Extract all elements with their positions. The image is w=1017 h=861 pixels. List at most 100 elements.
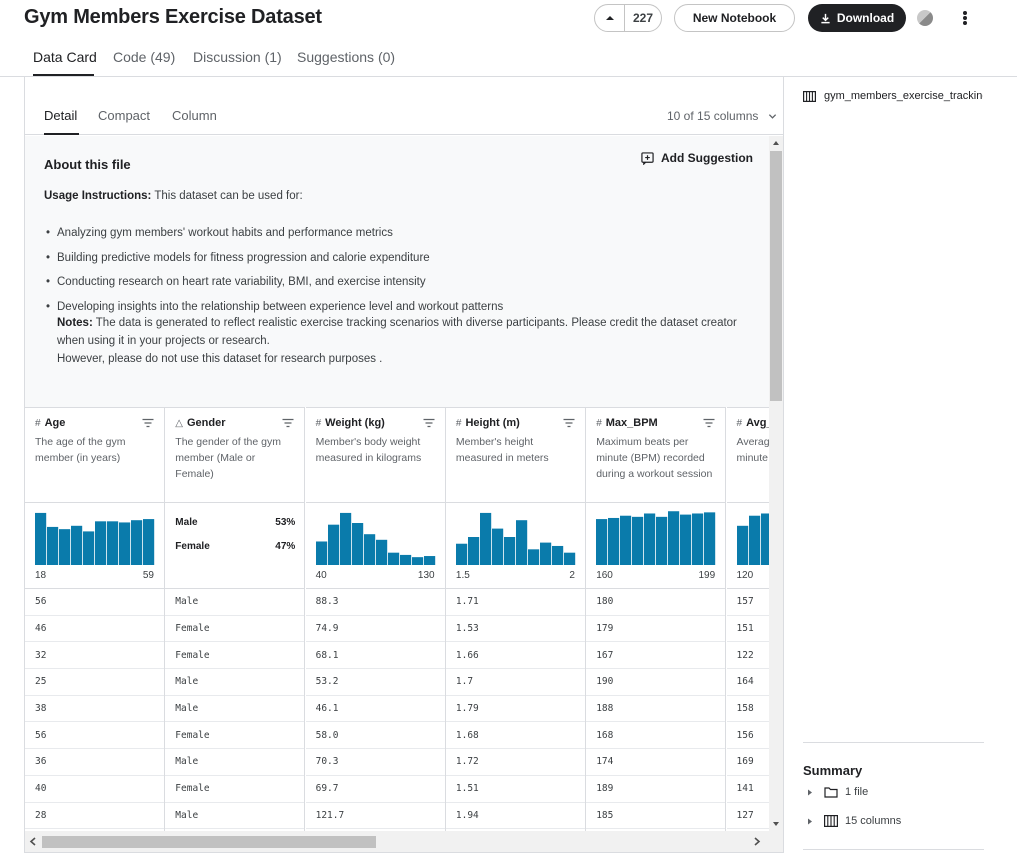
horizontal-scroll-thumb[interactable]: [42, 836, 376, 848]
table-cell: 189: [586, 776, 726, 803]
histogram-bar[interactable]: [656, 516, 668, 565]
range-max: 59: [142, 570, 154, 581]
tab-compact[interactable]: Compact: [98, 108, 150, 123]
histogram-bar[interactable]: [668, 511, 680, 565]
scroll-up-icon[interactable]: [772, 139, 780, 147]
column-header[interactable]: # Age The age of the gym member (in years): [25, 407, 164, 503]
data-table: # Age The age of the gym member (in years)…: [25, 407, 769, 831]
tab-data-card[interactable]: Data Card: [33, 49, 97, 65]
histogram-bar[interactable]: [503, 537, 516, 565]
file-entry[interactable]: gym_members_exercise_tracking.csv: [803, 90, 983, 102]
numeric-type-icon: #: [736, 417, 743, 429]
histogram-bar[interactable]: [620, 515, 632, 565]
vertical-scroll-thumb[interactable]: [770, 151, 782, 401]
histogram-bar[interactable]: [704, 512, 716, 565]
histogram-bar[interactable]: [527, 549, 540, 565]
table-cell: 53.2: [305, 669, 445, 696]
histogram-bar[interactable]: [479, 512, 492, 565]
histogram-bar[interactable]: [515, 520, 528, 565]
upvote-button[interactable]: [595, 5, 625, 31]
histogram-bar[interactable]: [563, 552, 576, 565]
vertical-scrollbar[interactable]: [769, 136, 783, 831]
column-name: △ Gender: [175, 417, 294, 429]
table-cell: Female: [165, 642, 305, 670]
histogram-bar[interactable]: [339, 512, 351, 565]
histogram-bar[interactable]: [107, 521, 119, 565]
histogram-bar[interactable]: [551, 545, 564, 565]
histogram-bar[interactable]: [608, 517, 620, 565]
histogram-bar[interactable]: [411, 557, 423, 565]
sort-icon[interactable]: [423, 418, 435, 428]
column-name: # Height (m): [456, 417, 575, 429]
histogram-bar[interactable]: [692, 513, 704, 565]
column-header[interactable]: # Weight (kg) Member's body weight measure…: [305, 407, 445, 503]
tab-column[interactable]: Column: [172, 108, 217, 123]
histogram-bar[interactable]: [596, 519, 608, 565]
add-suggestion-button[interactable]: Add Suggestion: [641, 151, 753, 165]
summary-columns[interactable]: 15 columns: [807, 815, 901, 827]
histogram-bar[interactable]: [95, 521, 107, 565]
histogram-bar[interactable]: [455, 543, 468, 565]
numeric-type-icon: #: [455, 417, 462, 429]
histogram-bar[interactable]: [491, 528, 504, 565]
columns-selector[interactable]: 10 of 15 columns: [667, 109, 777, 123]
histogram-bar[interactable]: [375, 539, 387, 565]
more-options-icon[interactable]: [956, 9, 974, 27]
histogram-bar[interactable]: [143, 519, 155, 565]
histogram: [596, 511, 716, 565]
table-cell: Female: [165, 776, 305, 803]
histogram-bar[interactable]: [736, 525, 748, 565]
tab-suggestions[interactable]: Suggestions (0): [297, 49, 395, 65]
histogram-bar[interactable]: [351, 523, 363, 565]
histogram-bar[interactable]: [71, 525, 83, 565]
new-notebook-button[interactable]: New Notebook: [674, 4, 795, 32]
histogram-bar[interactable]: [539, 542, 552, 565]
histogram-bar[interactable]: [119, 522, 131, 565]
column-name-text: Height (m): [465, 417, 520, 429]
summary-files-label: 1 file: [845, 786, 869, 798]
histogram-bar[interactable]: [47, 526, 59, 565]
column-header[interactable]: △ Gender The gender of the gym member (Mal…: [165, 407, 305, 503]
histogram-bar[interactable]: [387, 552, 399, 565]
sort-icon[interactable]: [142, 418, 154, 428]
summary-files[interactable]: 1 file: [807, 786, 868, 798]
column-header[interactable]: # Max_BPM Maximum beats per minute (BPM) r…: [586, 407, 726, 503]
histogram-bar[interactable]: [748, 515, 760, 565]
histogram-bar[interactable]: [131, 520, 143, 565]
chevron-down-icon: [769, 113, 777, 119]
histogram-bar[interactable]: [423, 556, 435, 565]
column-header[interactable]: #Avg_BPM Average beats per minute during …: [726, 407, 769, 503]
histogram-bar[interactable]: [363, 534, 375, 565]
histogram-bar[interactable]: [315, 541, 327, 565]
histogram-bar[interactable]: [59, 529, 71, 565]
histogram-bar[interactable]: [83, 531, 95, 565]
upvote-control[interactable]: 227: [594, 4, 662, 32]
columns-selector-label: 10 of 15 columns: [667, 109, 759, 123]
download-button[interactable]: Download: [808, 4, 906, 32]
histogram-bar[interactable]: [35, 512, 47, 565]
notes-text: Notes: The data is generated to reflect …: [57, 314, 747, 368]
scroll-right-icon[interactable]: [753, 837, 761, 846]
histogram-bar[interactable]: [680, 514, 692, 565]
tab-detail[interactable]: Detail: [44, 108, 77, 123]
histogram-bar[interactable]: [467, 537, 480, 565]
sort-icon[interactable]: [563, 418, 575, 428]
table-cell: 88.3: [305, 589, 445, 616]
histogram-bar[interactable]: [644, 513, 656, 565]
table-cell: 121.7: [305, 803, 445, 830]
sort-icon[interactable]: [282, 418, 294, 428]
scroll-left-icon[interactable]: [29, 837, 37, 846]
sort-icon[interactable]: [703, 418, 715, 428]
histogram-bar[interactable]: [632, 516, 644, 565]
horizontal-scrollbar[interactable]: [25, 831, 783, 852]
histogram-bar[interactable]: [399, 554, 411, 565]
scroll-down-icon[interactable]: [772, 820, 780, 828]
tab-discussion[interactable]: Discussion (1): [193, 49, 282, 65]
column-header[interactable]: # Height (m) Member's height measured in m…: [445, 407, 585, 503]
contrast-icon[interactable]: [917, 10, 933, 26]
histogram-bar[interactable]: [760, 513, 770, 565]
category-label: Male: [175, 517, 198, 528]
table-cell: 151: [726, 616, 769, 643]
histogram-bar[interactable]: [327, 524, 339, 565]
tab-code[interactable]: Code (49): [113, 49, 175, 65]
